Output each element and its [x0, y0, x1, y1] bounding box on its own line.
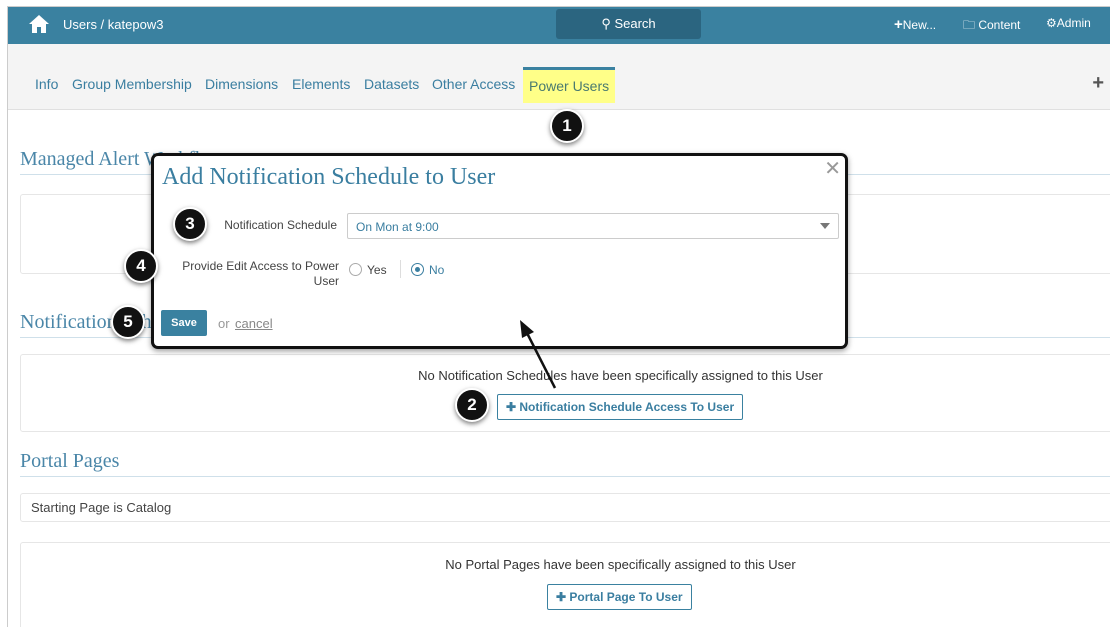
step-badge-5: 5	[111, 305, 145, 339]
step-badge-3: 3	[173, 207, 207, 241]
step-badge-2: 2	[455, 388, 489, 422]
step-badge-1: 1	[550, 109, 584, 143]
annotation-arrow	[520, 320, 557, 389]
step-badge-4: 4	[124, 249, 158, 283]
